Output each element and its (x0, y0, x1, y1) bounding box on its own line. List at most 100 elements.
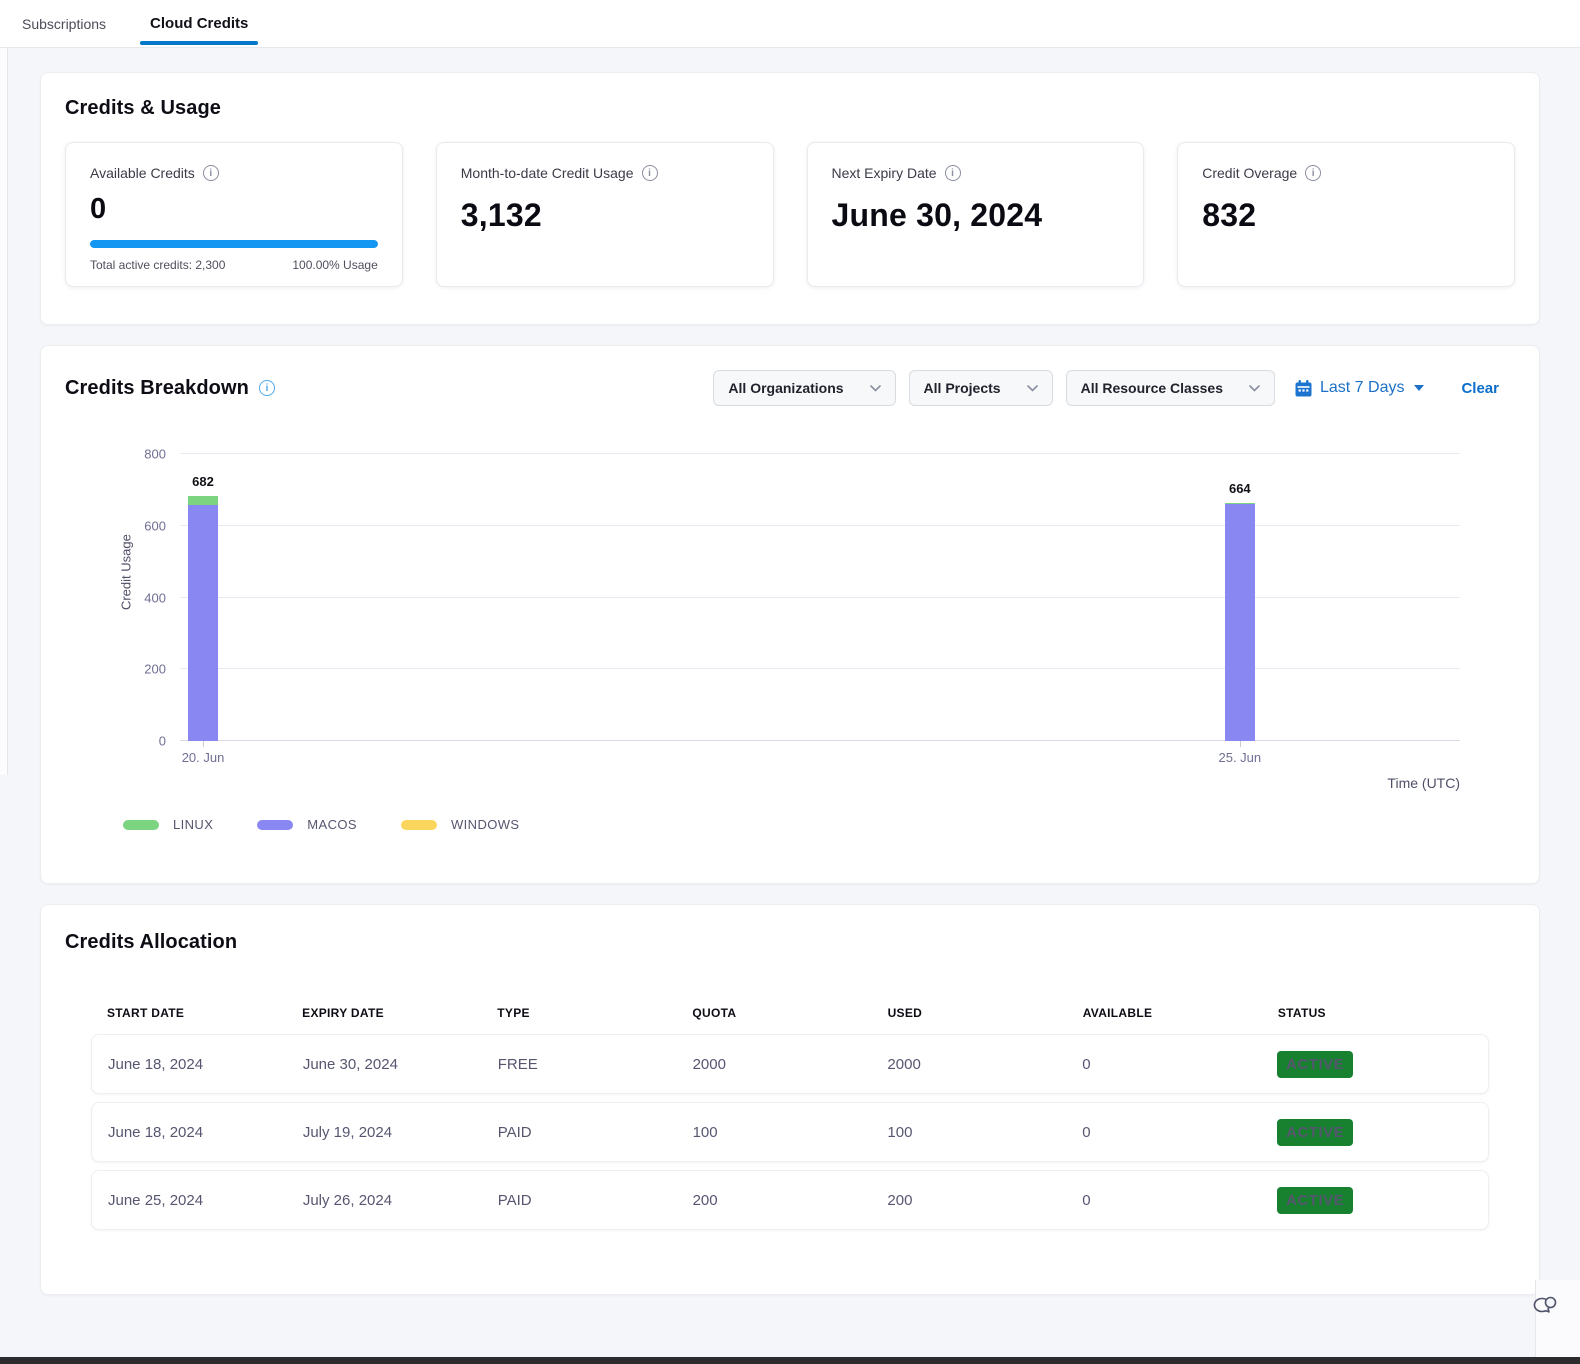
y-tick-label: 0 (159, 734, 166, 749)
next-expiry-label: Next Expiry Date (832, 165, 937, 181)
left-edge-divider (0, 48, 8, 775)
col-type: TYPE (497, 1006, 692, 1020)
next-expiry-value: June 30, 2024 (832, 197, 1120, 234)
gridline (180, 668, 1460, 669)
projects-select[interactable]: All Projects (909, 370, 1053, 406)
organizations-select-value: All Organizations (728, 380, 843, 396)
mtd-usage-label: Month-to-date Credit Usage (461, 165, 634, 181)
info-icon[interactable]: i (259, 380, 275, 396)
status-badge: ACTIVE (1277, 1051, 1353, 1078)
x-tick-label: 20. Jun (182, 750, 225, 765)
credit-overage-label: Credit Overage (1202, 165, 1297, 181)
date-range-picker[interactable]: Last 7 Days (1294, 379, 1424, 398)
legend-label: WINDOWS (451, 817, 520, 832)
credits-progress-track (90, 240, 378, 248)
col-expiry-date: EXPIRY DATE (302, 1006, 497, 1020)
gridline (180, 597, 1460, 598)
table-row: June 18, 2024 July 19, 2024 PAID 100 100… (91, 1102, 1489, 1162)
info-icon[interactable]: i (642, 165, 658, 181)
chevron-down-icon (1249, 385, 1260, 392)
col-status: STATUS (1278, 1006, 1473, 1020)
x-tick-label: 25. Jun (1219, 750, 1262, 765)
cell-available: 0 (1082, 1056, 1277, 1073)
col-quota: QUOTA (692, 1006, 887, 1020)
bar-segment-macos (1225, 504, 1255, 741)
x-axis-title: Time (UTC) (65, 775, 1460, 791)
cloud-credits-page: Credits & Usage Available Credits i 0 To… (0, 48, 1580, 1295)
legend-item-windows[interactable]: WINDOWS (401, 817, 520, 832)
calendar-icon (1294, 379, 1313, 398)
credits-usage-title: Credits & Usage (65, 97, 1515, 120)
x-tick (1240, 741, 1241, 747)
cell-used: 2000 (887, 1056, 1082, 1073)
projects-select-value: All Projects (924, 380, 1001, 396)
chevron-down-icon (1027, 385, 1038, 392)
cell-expiry-date: June 30, 2024 (303, 1056, 498, 1073)
chat-bubbles-icon[interactable] (1532, 1294, 1558, 1320)
usage-percent: 100.00% Usage (292, 258, 377, 272)
bottom-bar (0, 1357, 1580, 1364)
table-header-row: START DATE EXPIRY DATE TYPE QUOTA USED A… (91, 1006, 1489, 1034)
cell-used: 200 (887, 1192, 1082, 1209)
chart-bar[interactable] (1225, 454, 1255, 741)
cell-start-date: June 25, 2024 (108, 1192, 303, 1209)
legend-label: MACOS (307, 817, 357, 832)
linux-color-swatch (123, 820, 159, 830)
credits-allocation-table: START DATE EXPIRY DATE TYPE QUOTA USED A… (91, 1006, 1489, 1230)
credit-overage-card: Credit Overage i 832 (1177, 142, 1515, 287)
chart-legend: LINUX MACOS WINDOWS (123, 817, 1515, 832)
tab-cloud-credits[interactable]: Cloud Credits (150, 0, 248, 47)
tab-subscriptions[interactable]: Subscriptions (22, 0, 106, 47)
chevron-down-icon (870, 385, 881, 392)
legend-item-linux[interactable]: LINUX (123, 817, 213, 832)
cell-expiry-date: July 26, 2024 (303, 1192, 498, 1209)
table-row: June 25, 2024 July 26, 2024 PAID 200 200… (91, 1170, 1489, 1230)
cell-quota: 100 (693, 1124, 888, 1141)
col-start-date: START DATE (107, 1006, 302, 1020)
clear-filters-button[interactable]: Clear (1461, 380, 1499, 397)
resource-classes-select-value: All Resource Classes (1081, 380, 1223, 396)
credits-progress-fill (90, 240, 378, 248)
cell-type: FREE (498, 1056, 693, 1073)
mtd-usage-value: 3,132 (461, 197, 749, 234)
stat-card-row: Available Credits i 0 Total active credi… (65, 142, 1515, 287)
y-tick-label: 200 (144, 662, 166, 677)
windows-color-swatch (401, 820, 437, 830)
gridline (180, 453, 1460, 454)
credits-usage-panel: Credits & Usage Available Credits i 0 To… (40, 72, 1540, 325)
mtd-usage-card: Month-to-date Credit Usage i 3,132 (436, 142, 774, 287)
cell-expiry-date: July 19, 2024 (303, 1124, 498, 1141)
credits-allocation-title: Credits Allocation (65, 931, 1515, 954)
cell-quota: 200 (693, 1192, 888, 1209)
credits-breakdown-title: Credits Breakdown (65, 377, 249, 400)
col-used: USED (888, 1006, 1083, 1020)
legend-label: LINUX (173, 817, 213, 832)
organizations-select[interactable]: All Organizations (713, 370, 895, 406)
info-icon[interactable]: i (203, 165, 219, 181)
y-tick-label: 800 (144, 447, 166, 462)
cell-start-date: June 18, 2024 (108, 1124, 303, 1141)
col-available: AVAILABLE (1083, 1006, 1278, 1020)
chart-bar[interactable] (188, 454, 218, 741)
resource-classes-select[interactable]: All Resource Classes (1066, 370, 1275, 406)
caret-down-icon (1414, 385, 1424, 391)
y-tick-label: 400 (144, 590, 166, 605)
cell-quota: 2000 (693, 1056, 888, 1073)
bar-value-label: 664 (1229, 481, 1251, 496)
macos-color-swatch (257, 820, 293, 830)
status-badge: ACTIVE (1277, 1119, 1353, 1146)
legend-item-macos[interactable]: MACOS (257, 817, 357, 832)
cell-available: 0 (1082, 1124, 1277, 1141)
x-tick (203, 741, 204, 747)
chart-filters: All Organizations All Projects All Resou… (713, 370, 1515, 406)
credits-allocation-panel: Credits Allocation START DATE EXPIRY DAT… (40, 904, 1540, 1295)
bar-segment-linux (188, 496, 218, 505)
info-icon[interactable]: i (945, 165, 961, 181)
credit-overage-value: 832 (1202, 197, 1490, 234)
cell-available: 0 (1082, 1192, 1277, 1209)
next-expiry-card: Next Expiry Date i June 30, 2024 (807, 142, 1145, 287)
gridline (180, 525, 1460, 526)
chart-plot: Credit Usage 020040060080068220. Jun6642… (180, 454, 1460, 741)
info-icon[interactable]: i (1305, 165, 1321, 181)
y-axis-title: Credit Usage (118, 534, 133, 610)
